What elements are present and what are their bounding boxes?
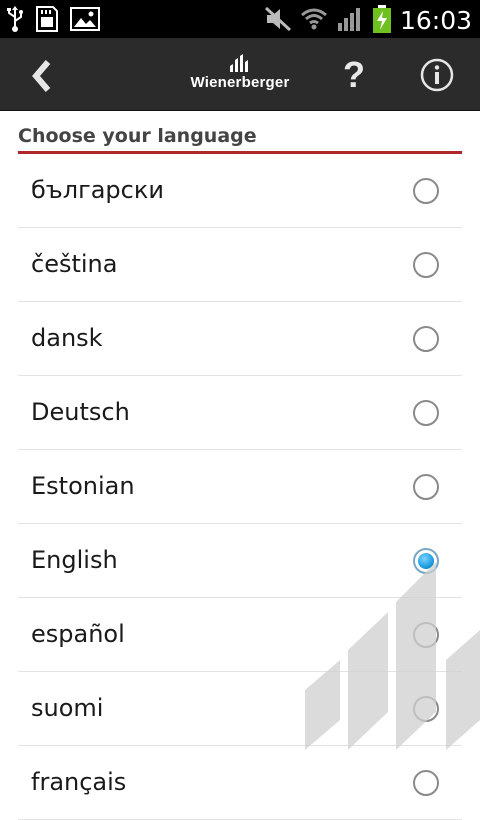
language-label: Deutsch bbox=[31, 398, 130, 426]
language-row[interactable]: dansk bbox=[18, 302, 462, 376]
app-bar: Wienerberger ? bbox=[0, 38, 480, 111]
radio-button-selected[interactable] bbox=[413, 548, 439, 574]
radio-button[interactable] bbox=[413, 326, 439, 352]
radio-button[interactable] bbox=[413, 252, 439, 278]
mute-icon bbox=[264, 5, 292, 37]
radio-button[interactable] bbox=[413, 622, 439, 648]
language-row[interactable]: suomi bbox=[18, 672, 462, 746]
language-label: English bbox=[31, 546, 118, 574]
status-bar: 16:03 bbox=[0, 0, 480, 38]
back-chevron-icon bbox=[32, 60, 51, 92]
language-label: dansk bbox=[31, 324, 103, 352]
help-button[interactable]: ? bbox=[336, 54, 372, 96]
language-row[interactable]: English bbox=[18, 524, 462, 598]
radio-button[interactable] bbox=[413, 400, 439, 426]
wienerberger-logo: Wienerberger bbox=[184, 52, 296, 98]
back-button[interactable] bbox=[24, 56, 64, 96]
language-row[interactable]: čeština bbox=[18, 228, 462, 302]
language-label: español bbox=[31, 620, 125, 648]
clock-time: 16:03 bbox=[399, 6, 472, 35]
sd-card-icon bbox=[34, 5, 60, 37]
battery-charging-icon bbox=[372, 4, 392, 38]
language-list: български čeština dansk Deutsch Estonian… bbox=[18, 154, 462, 820]
language-row[interactable]: español bbox=[18, 598, 462, 672]
wifi-icon bbox=[300, 5, 328, 37]
signal-icon bbox=[336, 5, 364, 37]
language-label: čeština bbox=[31, 250, 118, 278]
info-button[interactable] bbox=[420, 58, 454, 92]
image-icon bbox=[70, 6, 100, 36]
logo-mark-icon bbox=[230, 54, 248, 72]
radio-button[interactable] bbox=[413, 770, 439, 796]
language-label: български bbox=[31, 176, 164, 204]
usb-icon bbox=[6, 5, 24, 37]
language-row[interactable]: Estonian bbox=[18, 450, 462, 524]
logo-text: Wienerberger bbox=[190, 74, 290, 91]
section-title: Choose your language bbox=[18, 125, 257, 147]
radio-button[interactable] bbox=[413, 696, 439, 722]
language-label: suomi bbox=[31, 694, 104, 722]
info-icon bbox=[420, 58, 454, 92]
radio-button[interactable] bbox=[413, 178, 439, 204]
language-row[interactable]: français bbox=[18, 746, 462, 820]
language-row[interactable]: български bbox=[18, 154, 462, 228]
language-label: français bbox=[31, 768, 127, 796]
radio-button[interactable] bbox=[413, 474, 439, 500]
language-label: Estonian bbox=[31, 472, 135, 500]
language-row[interactable]: Deutsch bbox=[18, 376, 462, 450]
